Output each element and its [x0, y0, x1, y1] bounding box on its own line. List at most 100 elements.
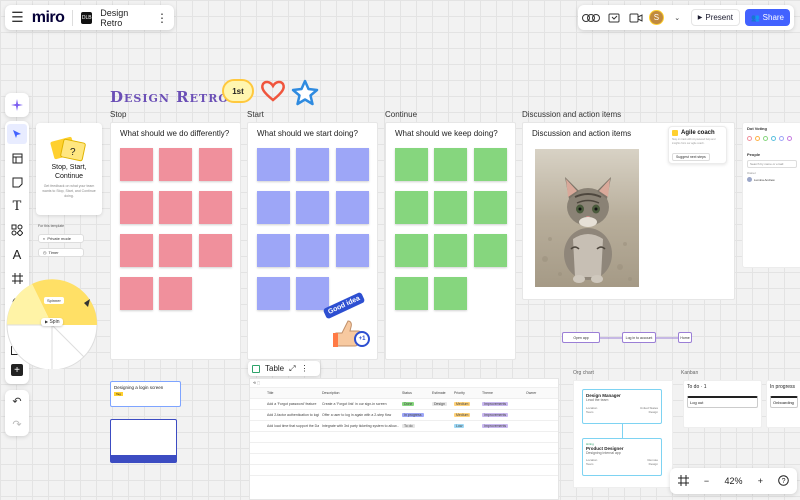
share-button[interactable]: 👥 Share [744, 9, 791, 26]
sticky-note[interactable] [474, 234, 507, 267]
sticky-note[interactable] [120, 148, 153, 181]
undo-icon[interactable]: ↶ [12, 395, 21, 408]
sticky-note[interactable] [257, 277, 290, 310]
sticky-note[interactable] [474, 148, 507, 181]
sticky-note[interactable] [434, 148, 467, 181]
sticky-note[interactable] [474, 191, 507, 224]
status-badge[interactable]: In progress [402, 413, 424, 417]
kanban-column-inprogress[interactable]: In progress Onboarding [766, 380, 800, 428]
column-header[interactable]: Status [399, 391, 429, 395]
expand-icon[interactable]: ⤢ [289, 364, 295, 374]
status-badge[interactable]: To do [402, 424, 415, 428]
sticky-note[interactable] [257, 234, 290, 267]
sticky-note[interactable] [159, 277, 192, 310]
continue-frame[interactable]: What should we keep doing? [385, 122, 516, 360]
user-avatar[interactable]: S [649, 10, 664, 25]
cell-description[interactable]: Offer a user to log in again with a 2-st… [319, 413, 399, 417]
sticky-note[interactable] [257, 191, 290, 224]
sticky-note[interactable] [395, 148, 428, 181]
stop-frame[interactable]: What should we do differently? [110, 122, 241, 360]
table-row[interactable]: Add load time that support the Dark mode… [250, 421, 558, 432]
video-call-icon[interactable] [627, 9, 644, 27]
table-row[interactable] [250, 454, 558, 465]
sticky-note[interactable] [159, 148, 192, 181]
column-header[interactable]: Description [319, 391, 399, 395]
sticky-note[interactable] [120, 234, 153, 267]
column-header[interactable]: Owner [523, 391, 553, 395]
column-header[interactable]: Title [264, 391, 319, 395]
pen-icon[interactable]: A [7, 244, 27, 264]
theme-badge[interactable]: Improvements [482, 424, 509, 428]
sticky-note[interactable] [296, 234, 329, 267]
priority-badge[interactable]: Low [454, 424, 465, 428]
people-search-input[interactable]: Search by name or email [747, 160, 797, 168]
reactions-icon[interactable] [582, 9, 600, 27]
flow-node-home[interactable]: Home [678, 332, 692, 343]
cell-title[interactable]: Add load time that support the Dark mode [264, 424, 319, 428]
kitten-image[interactable] [535, 149, 639, 287]
cell-title[interactable]: Add a 'Forgot password' feature [264, 402, 319, 406]
star-sticker-icon[interactable] [290, 79, 320, 107]
plus-one-badge[interactable]: +1 [354, 331, 370, 347]
priority-badge[interactable]: Medium [454, 413, 471, 417]
vote-dot[interactable] [763, 136, 768, 141]
sticky-note[interactable] [434, 277, 467, 310]
table-toolbar-icon[interactable]: ⟲ ⬚ [250, 381, 268, 385]
cell-title[interactable]: Add 2-factor authentication to login [264, 413, 319, 417]
sticky-note[interactable] [395, 234, 428, 267]
cell-description[interactable]: Create a 'Forgot link' in our sign-in sc… [319, 402, 399, 406]
org-card-design-manager[interactable]: Design Manager Lead the team Location Uni… [582, 389, 662, 424]
flow-node-login[interactable]: Log in to account [622, 332, 656, 343]
chevron-down-icon[interactable]: ⌄ [669, 9, 686, 27]
column-header[interactable]: Theme [479, 391, 523, 395]
agile-coach-card[interactable]: Agile coach Stay on track with AI-powere… [668, 126, 727, 164]
fit-to-screen-icon[interactable] [677, 474, 689, 488]
sticky-note[interactable] [199, 148, 232, 181]
screen-preview[interactable] [110, 419, 177, 463]
more-options-icon[interactable]: ⋮ [301, 364, 309, 373]
status-badge[interactable]: Done [402, 402, 415, 406]
table-row[interactable]: Add a 'Forgot password' feature Create a… [250, 399, 558, 410]
start-frame[interactable]: What should we start doing? Good idea +1 [247, 122, 378, 360]
dot-voting-panel[interactable]: Dot Voting People Search by name or emai… [742, 122, 800, 268]
timer-icon[interactable] [605, 9, 622, 27]
select-tool-icon[interactable] [7, 124, 27, 144]
column-header[interactable]: Priority [451, 391, 479, 395]
sticky-note[interactable] [199, 234, 232, 267]
sticky-note[interactable] [395, 191, 428, 224]
hamburger-menu-icon[interactable]: ☰ [11, 9, 24, 26]
help-icon[interactable]: ? [778, 474, 790, 488]
org-card-product-designer[interactable]: Hiring Product Designer Designing intern… [582, 438, 662, 476]
estimate-badge[interactable]: Design [432, 402, 447, 406]
vote-dot[interactable] [755, 136, 760, 141]
sticky-note[interactable] [120, 191, 153, 224]
table-row[interactable]: Add 2-factor authentication to login Off… [250, 410, 558, 421]
kanban-card[interactable]: Log out [687, 396, 758, 408]
timer-button[interactable]: ◷ Timer [38, 248, 84, 257]
redo-icon[interactable]: ↷ [12, 418, 21, 431]
ai-sparkle-button[interactable] [5, 93, 29, 117]
kanban-column-todo[interactable]: To do · 1 Log out [683, 380, 762, 428]
shapes-icon[interactable] [7, 220, 27, 240]
good-idea-sticker[interactable]: Good idea [322, 291, 366, 320]
priority-badge[interactable]: Medium [454, 402, 471, 406]
person-item[interactable]: Lumina Andrew [747, 177, 797, 182]
kanban-card[interactable]: Onboarding [770, 396, 798, 408]
suggest-next-steps-button[interactable]: Suggest next steps [672, 153, 710, 161]
vote-dot[interactable] [747, 136, 752, 141]
sticky-note[interactable] [336, 148, 369, 181]
table-row[interactable] [250, 432, 558, 443]
column-header[interactable]: Estimate [429, 391, 451, 395]
spin-button[interactable]: ▶ Spin [41, 318, 64, 326]
vote-dot[interactable] [771, 136, 776, 141]
sticky-note[interactable] [434, 234, 467, 267]
sticky-note[interactable] [395, 277, 428, 310]
template-instructions-card[interactable]: ? Stop, Start, Continue Get feedback on … [36, 123, 102, 215]
sticker-1st[interactable]: 1st [222, 79, 254, 103]
vote-dot[interactable] [779, 136, 784, 141]
present-button[interactable]: ▶ Present [690, 9, 740, 26]
text-tool-icon[interactable]: T [7, 196, 27, 216]
login-screen-card[interactable]: Designing a login screen Tag [110, 381, 181, 407]
theme-badge[interactable]: Improvements [482, 413, 509, 417]
zoom-level[interactable]: 42% [724, 476, 742, 486]
